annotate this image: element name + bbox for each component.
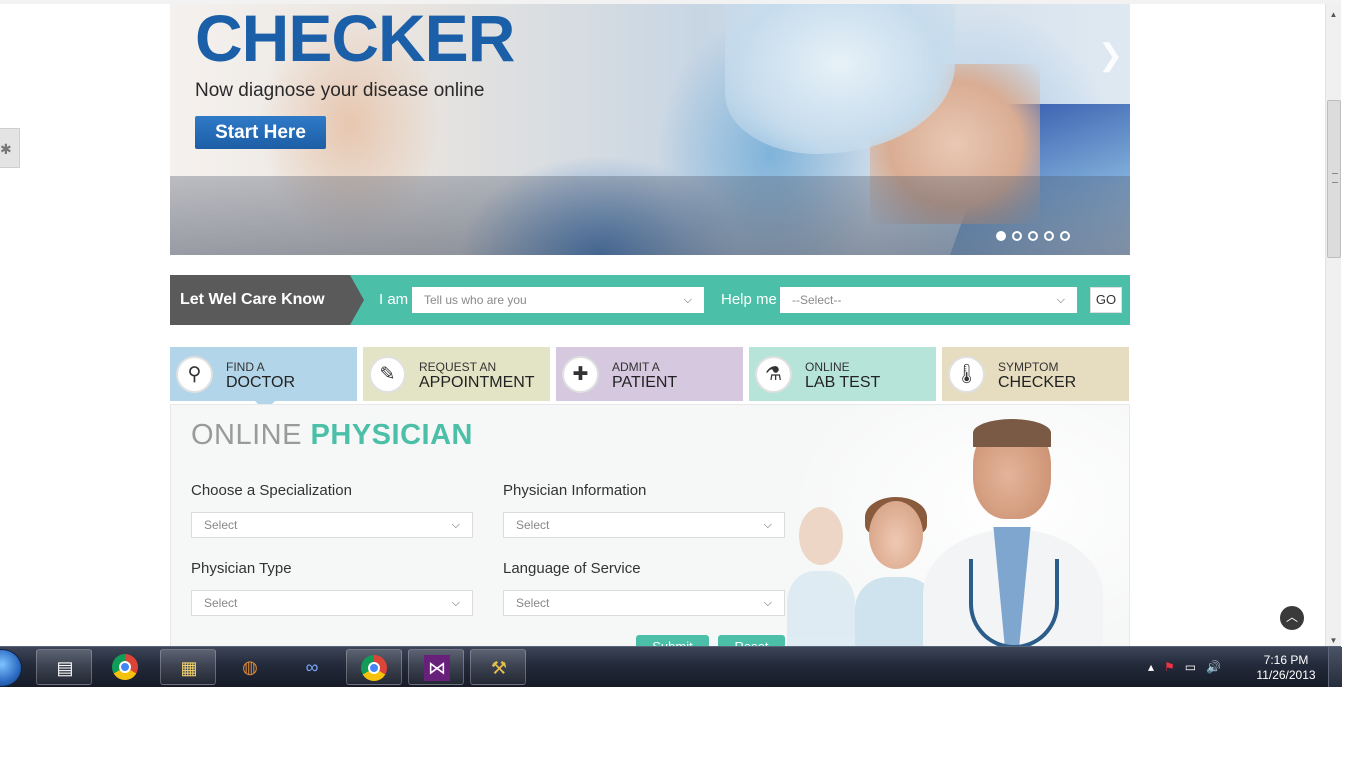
medical-bag-icon: ✚ bbox=[562, 356, 599, 393]
settings-side-tab[interactable]: ✱ bbox=[0, 128, 20, 168]
clock-time: 7:16 PM bbox=[1263, 653, 1309, 667]
language-select[interactable]: Select ⌵ bbox=[503, 590, 785, 616]
doctors-photo bbox=[783, 405, 1129, 646]
windows-taskbar: ▤ ▦ ◍ ∞ ⋈ ⚒ ▴ ⚑ ▭ 🔊 7:16 PM 11/26/2013 bbox=[0, 646, 1342, 687]
quick-search-bar: Let Wel Care Know I am Tell us who are y… bbox=[170, 275, 1130, 325]
show-desktop-button[interactable] bbox=[1328, 647, 1342, 687]
scroll-to-top-button[interactable]: ︿ bbox=[1280, 606, 1304, 630]
tab-symptom-checker[interactable]: 🌡 SYMPTOM CHECKER bbox=[942, 347, 1129, 401]
panel-title: ONLINE PHYSICIAN bbox=[191, 419, 473, 451]
specialization-label: Choose a Specialization bbox=[191, 482, 352, 499]
submit-button[interactable]: Submit bbox=[636, 635, 709, 646]
visual-studio-icon: ⋈ bbox=[424, 655, 450, 681]
system-clock[interactable]: 7:16 PM 11/26/2013 bbox=[1250, 653, 1322, 683]
chrome-icon bbox=[361, 655, 387, 681]
chrome-icon bbox=[112, 654, 138, 680]
hero-title: CHECKER bbox=[195, 4, 515, 75]
gear-icon: ✱ bbox=[0, 141, 12, 157]
tools-icon: ⚒ bbox=[490, 658, 508, 678]
tab-request-appointment[interactable]: ✎ REQUEST AN APPOINTMENT bbox=[363, 347, 550, 401]
taskbar-tools[interactable]: ⚒ bbox=[470, 649, 526, 685]
system-tray: ▴ ⚑ ▭ 🔊 bbox=[1148, 647, 1221, 687]
scroll-up-arrow[interactable]: ▲ bbox=[1326, 8, 1341, 22]
notepad-icon: ▤ bbox=[56, 658, 74, 678]
help-me-select[interactable]: --Select-- ⌵ bbox=[780, 287, 1077, 313]
physician-info-label: Physician Information bbox=[503, 482, 647, 499]
chevron-down-icon: ⌵ bbox=[451, 597, 460, 609]
specialization-select[interactable]: Select ⌵ bbox=[191, 512, 473, 538]
iam-label: I am bbox=[379, 291, 409, 308]
taskbar-visual-studio[interactable]: ⋈ bbox=[408, 649, 464, 685]
start-here-button[interactable]: Start Here bbox=[195, 116, 326, 149]
slider-dots bbox=[996, 231, 1070, 241]
slider-dot[interactable] bbox=[996, 231, 1006, 241]
basketball-app-icon: ◍ bbox=[242, 657, 258, 677]
slider-dot[interactable] bbox=[1044, 231, 1054, 241]
vertical-scrollbar[interactable]: ▲ ▼ bbox=[1325, 4, 1341, 646]
slider-dot[interactable] bbox=[1060, 231, 1070, 241]
go-button[interactable]: GO bbox=[1090, 287, 1122, 313]
hero-tagline: Now diagnose your disease online bbox=[195, 80, 485, 101]
infinity-app-icon: ∞ bbox=[305, 657, 319, 677]
slider-dot[interactable] bbox=[1012, 231, 1022, 241]
taskbar-chrome-active[interactable] bbox=[346, 649, 402, 685]
test-tube-icon: ⚗ bbox=[755, 356, 792, 393]
slider-dot[interactable] bbox=[1028, 231, 1038, 241]
file-explorer-icon: ▦ bbox=[180, 658, 198, 678]
chevron-down-icon: ⌵ bbox=[451, 519, 460, 531]
chevron-up-icon: ︿ bbox=[1285, 610, 1298, 624]
hero-slider: CHECKER Now diagnose your disease online… bbox=[170, 4, 1130, 255]
iam-select[interactable]: Tell us who are you ⌵ bbox=[412, 287, 704, 313]
network-icon[interactable]: ▭ bbox=[1185, 660, 1196, 674]
service-tabs: ⚲ FIND A DOCTOR ✎ REQUEST AN APPOINTMENT… bbox=[170, 347, 1130, 411]
help-me-label: Help me bbox=[721, 291, 777, 308]
taskbar-file-explorer[interactable]: ▦ bbox=[160, 649, 216, 685]
scrollbar-thumb[interactable] bbox=[1327, 100, 1341, 258]
brand-label: Let Wel Care Know bbox=[170, 275, 364, 325]
scroll-down-arrow[interactable]: ▼ bbox=[1326, 634, 1341, 646]
chevron-down-icon: ⌵ bbox=[763, 519, 772, 531]
physician-type-label: Physician Type bbox=[191, 560, 292, 577]
physician-info-select[interactable]: Select ⌵ bbox=[503, 512, 785, 538]
taskbar-infinity-app[interactable]: ∞ bbox=[284, 649, 340, 685]
chevron-right-icon[interactable]: ❯ bbox=[1098, 38, 1123, 73]
taskbar-basketball-app[interactable]: ◍ bbox=[222, 649, 278, 685]
action-center-flag-icon[interactable]: ⚑ bbox=[1164, 660, 1175, 674]
physician-type-select[interactable]: Select ⌵ bbox=[191, 590, 473, 616]
tab-admit-patient[interactable]: ✚ ADMIT A PATIENT bbox=[556, 347, 743, 401]
language-label: Language of Service bbox=[503, 560, 641, 577]
tab-find-doctor[interactable]: ⚲ FIND A DOCTOR bbox=[170, 347, 357, 411]
reset-button[interactable]: Reset bbox=[718, 635, 785, 646]
notepad-icon: ✎ bbox=[369, 356, 406, 393]
taskbar-chrome[interactable] bbox=[98, 649, 154, 685]
chevron-down-icon: ⌵ bbox=[683, 294, 692, 306]
tab-online-lab-test[interactable]: ⚗ ONLINE LAB TEST bbox=[749, 347, 936, 401]
clock-date: 11/26/2013 bbox=[1256, 668, 1316, 682]
volume-icon[interactable]: 🔊 bbox=[1206, 660, 1221, 674]
chevron-down-icon: ⌵ bbox=[1056, 294, 1065, 306]
search-icon: ⚲ bbox=[176, 356, 213, 393]
online-physician-panel: ONLINE PHYSICIAN Choose a Specialization… bbox=[170, 404, 1130, 646]
thermometer-icon: 🌡 bbox=[948, 356, 985, 393]
show-hidden-icons-icon[interactable]: ▴ bbox=[1148, 660, 1154, 674]
taskbar-notepad[interactable]: ▤ bbox=[36, 649, 92, 685]
browser-viewport: ✱ CHECKER Now diagnose your disease onli… bbox=[0, 0, 1341, 646]
start-button[interactable] bbox=[0, 649, 22, 687]
chevron-down-icon: ⌵ bbox=[763, 597, 772, 609]
